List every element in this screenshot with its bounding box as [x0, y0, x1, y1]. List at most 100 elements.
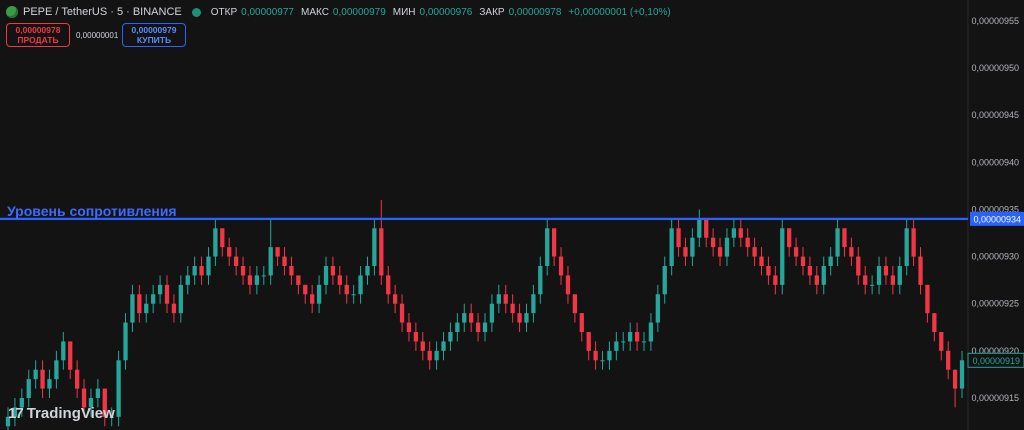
candle-body: [724, 237, 730, 257]
candle-body: [247, 275, 253, 285]
sell-label: ПРОДАТЬ: [17, 35, 59, 45]
close-label: ЗАКР: [479, 6, 505, 18]
y-tick-label: 0,00000940: [971, 157, 1019, 167]
candle-body: [61, 341, 66, 361]
candle-body: [462, 313, 467, 323]
candle-body: [676, 228, 681, 248]
candle-body: [68, 341, 73, 370]
candle-body: [759, 256, 764, 266]
candle-body: [593, 350, 598, 361]
candle-body: [95, 388, 101, 398]
trade-panel: 0,00000978 ПРОДАТЬ 0,00000001 0,00000979…: [6, 23, 186, 47]
candle-body: [144, 303, 149, 314]
candle-body: [766, 266, 771, 276]
candle-body: [310, 294, 315, 304]
tradingview-mark-icon: 17: [8, 405, 24, 422]
candle-body: [697, 218, 702, 238]
sell-price: 0,00000978: [15, 25, 61, 35]
candle-body: [365, 266, 370, 276]
y-tick-label: 0,00000930: [971, 252, 1019, 262]
candle-body: [475, 322, 481, 332]
candle-body: [773, 275, 778, 285]
candle-body: [344, 284, 349, 295]
spread-value: 0,00000001: [76, 30, 119, 40]
candle-body: [233, 256, 239, 266]
candle-body: [26, 379, 31, 398]
candle-body: [171, 303, 177, 314]
candle-body: [835, 228, 840, 257]
tradingview-logo[interactable]: 17 TradingView: [8, 405, 115, 422]
candle-body: [240, 266, 246, 276]
candle-body: [925, 284, 930, 314]
candle-body: [420, 341, 425, 351]
candle-body: [787, 228, 792, 248]
candle-body: [731, 228, 737, 238]
low-label: МИН: [392, 6, 416, 18]
candle-body: [54, 360, 59, 380]
sell-button[interactable]: 0,00000978 ПРОДАТЬ: [6, 23, 70, 47]
open-label: ОТКР: [210, 6, 238, 18]
candle-body: [151, 294, 156, 304]
candle-body: [869, 284, 875, 286]
candle-body: [74, 369, 80, 389]
candle-body: [572, 294, 578, 314]
candle-body: [157, 284, 163, 295]
candle-body: [621, 341, 626, 343]
candle-body: [47, 379, 52, 389]
resistance-price-label: 0,00000934: [973, 214, 1021, 224]
candle-body: [662, 266, 667, 295]
candle-body: [842, 228, 847, 248]
candle-body: [261, 275, 266, 277]
candle-body: [406, 322, 412, 332]
candle-body: [946, 350, 951, 370]
candle-body: [372, 228, 377, 266]
candle-body: [600, 360, 605, 362]
candle-body: [849, 247, 854, 257]
y-tick-label: 0,00000945: [971, 110, 1019, 120]
candle-body: [503, 294, 508, 304]
candle-body: [289, 266, 294, 276]
candle-body: [959, 360, 965, 389]
candle-body: [551, 228, 557, 257]
candle-body: [510, 303, 515, 314]
candle-body: [890, 275, 896, 285]
candle-body: [918, 256, 923, 285]
buy-label: КУПИТЬ: [136, 35, 172, 45]
symbol-title[interactable]: PEPE / TetherUS · 5 · BINANCE: [23, 6, 182, 18]
candle-body: [40, 369, 45, 389]
candle-body: [192, 266, 197, 276]
candle-body: [607, 350, 612, 361]
market-status-icon[interactable]: [191, 7, 201, 17]
candle-body: [441, 341, 446, 351]
candle-body: [185, 275, 190, 285]
candle-body: [386, 275, 391, 295]
candle-body: [434, 350, 439, 361]
candle-body: [496, 294, 501, 304]
candle-body: [863, 275, 868, 285]
candle-body: [932, 313, 937, 332]
resistance-label: Уровень сопротивления: [7, 203, 177, 219]
candle-body: [268, 247, 273, 276]
candle-body: [275, 247, 280, 257]
ohlc-values: ОТКР 0,00000977 МАКС 0,00000979 МИН 0,00…: [211, 7, 671, 18]
candle-body: [911, 228, 916, 257]
candle-body: [614, 341, 619, 351]
candle-body: [641, 341, 647, 343]
close-value: 0,00000978: [508, 6, 562, 18]
y-tick-label: 0,00000915: [971, 393, 1019, 403]
candle-body: [178, 284, 183, 314]
candle-body: [358, 275, 363, 295]
candle-body: [296, 275, 301, 285]
buy-button[interactable]: 0,00000979 КУПИТЬ: [122, 23, 186, 47]
open-value: 0,00000977: [241, 6, 294, 18]
symbol-legend: PEPE / TetherUS · 5 · BINANCE ОТКР 0,000…: [6, 4, 671, 20]
candle-body: [780, 228, 785, 285]
candle-body: [579, 313, 584, 332]
candle-body: [752, 247, 757, 257]
candle-body: [648, 322, 654, 342]
candle-body: [800, 256, 806, 266]
candle-body: [213, 228, 218, 257]
price-chart[interactable]: 0,000009500,000009450,000009400,00000935…: [0, 0, 1024, 430]
candle-body: [793, 247, 799, 257]
chart-window: { "header": { "symbol": "PEPE / TetherUS…: [0, 0, 1024, 430]
